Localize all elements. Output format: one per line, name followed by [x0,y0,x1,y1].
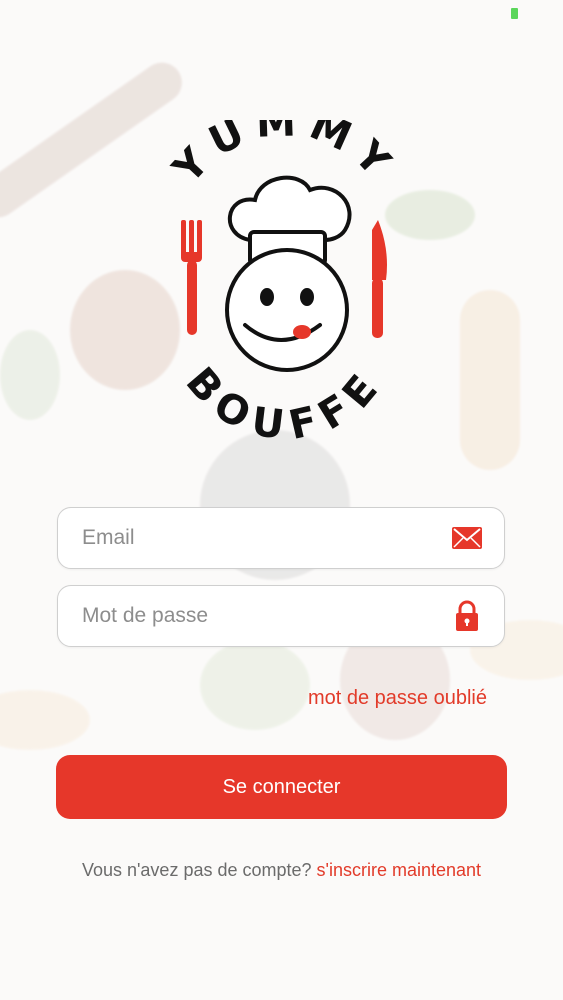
signup-prompt-line: Vous n'avez pas de compte? s'inscrire ma… [0,860,563,881]
smiley-face-icon [225,248,349,372]
login-button[interactable]: Se connecter [56,755,507,819]
envelope-icon [452,522,482,554]
forgot-password-link[interactable]: mot de passe oublié [308,687,487,710]
email-placeholder: Email [82,526,135,549]
fork-icon [181,220,202,335]
password-field[interactable]: Mot de passe [57,585,505,647]
email-field[interactable]: Email [57,507,505,569]
knife-icon [372,220,387,338]
battery-indicator [511,8,518,19]
signup-prompt-text: Vous n'avez pas de compte? [81,860,312,880]
password-placeholder: Mot de passe [82,604,209,627]
lock-icon [452,600,482,632]
signup-link[interactable]: s'inscrire maintenant [317,860,482,880]
yummy-bouffe-logo: YUMMY BOUFFE [164,120,395,440]
